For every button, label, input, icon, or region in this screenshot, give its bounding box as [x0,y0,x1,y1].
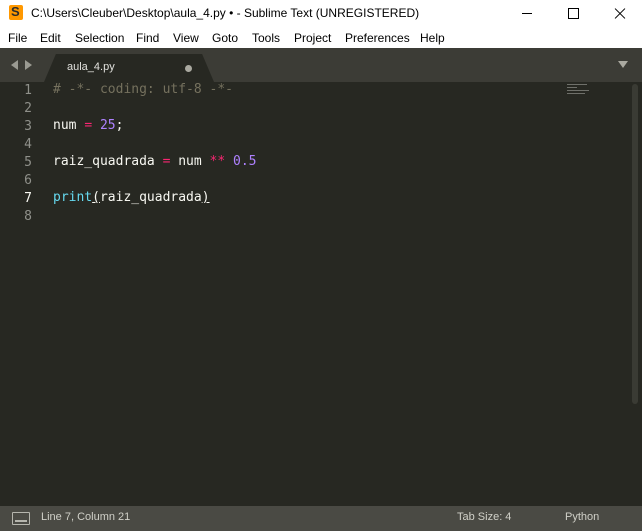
tab-nav-right-icon[interactable] [25,60,32,70]
menu-project[interactable]: Project [294,31,331,45]
syntax-selector[interactable]: Python [565,511,599,523]
scrollbar-thumb[interactable] [632,84,638,404]
maximize-button[interactable] [550,0,596,26]
paren-token: ) [201,190,210,205]
minimap[interactable] [567,84,593,96]
tab-label: aula_4.py [67,61,115,73]
menu-selection[interactable]: Selection [75,31,124,45]
tab-bar: aula_4.py [0,48,642,82]
menu-help[interactable]: Help [420,31,445,45]
cursor-position: Line 7, Column 21 [41,511,131,523]
number-token: 25 [99,118,116,133]
menu-goto[interactable]: Goto [212,31,238,45]
panel-toggle-icon[interactable] [12,512,30,525]
line-number: 6 [24,173,32,188]
operator-token: = [162,154,171,169]
menu-edit[interactable]: Edit [40,31,61,45]
minimize-button[interactable] [504,0,550,26]
menu-view[interactable]: View [173,31,199,45]
menu-find[interactable]: Find [136,31,159,45]
tab-list-dropdown-icon[interactable] [618,61,628,68]
paren-token: ( [92,190,100,205]
window-title: C:\Users\Cleuber\Desktop\aula_4.py • - S… [31,6,420,20]
line-number: 4 [24,137,32,152]
code-line-7: print(raiz_quadrada) [53,190,210,208]
identifier-token: raiz_quadrada [99,190,202,205]
operator-token: = [84,118,93,133]
code-editor[interactable]: 1 2 3 4 5 6 7 8 # -*- coding: utf-8 -*- … [0,82,642,506]
unsaved-dot-icon[interactable] [185,65,192,72]
identifier-token: raiz_quadrada [53,154,155,169]
menu-preferences[interactable]: Preferences [345,31,410,45]
menu-tools[interactable]: Tools [252,31,280,45]
tab-size-selector[interactable]: Tab Size: 4 [457,511,511,523]
close-button[interactable] [596,0,642,26]
line-number: 1 [24,83,32,98]
line-number: 5 [24,155,32,170]
code-line-5: raiz_quadrada = num ** 0.5 [53,154,257,172]
code-line-3: num = 25; [53,118,123,136]
code-line-1: # -*- coding: utf-8 -*- [53,82,233,100]
tab-nav-left-icon[interactable] [11,60,18,70]
line-number: 8 [24,209,32,224]
comment-token: # -*- coding: utf-8 -*- [53,82,234,97]
identifier-token: num [53,118,77,133]
menu-file[interactable]: File [8,31,27,45]
menu-bar: File Edit Selection Find View Goto Tools… [0,26,642,48]
operator-token: ** [209,154,226,169]
line-number: 2 [24,101,32,116]
line-number-gutter: 1 2 3 4 5 6 7 8 [0,82,44,506]
tab-aula-4-py[interactable]: aula_4.py [44,54,214,82]
identifier-token: num [178,154,202,169]
title-bar: C:\Users\Cleuber\Desktop\aula_4.py • - S… [0,0,642,26]
line-number-current: 7 [24,191,32,206]
sublime-text-icon [9,4,23,20]
builtin-token: print [53,190,93,205]
status-bar: Line 7, Column 21 Tab Size: 4 Python [0,506,642,531]
line-number: 3 [24,119,32,134]
vertical-scrollbar[interactable] [629,82,642,506]
semicolon-token: ; [115,118,124,133]
number-token: 0.5 [233,154,257,169]
